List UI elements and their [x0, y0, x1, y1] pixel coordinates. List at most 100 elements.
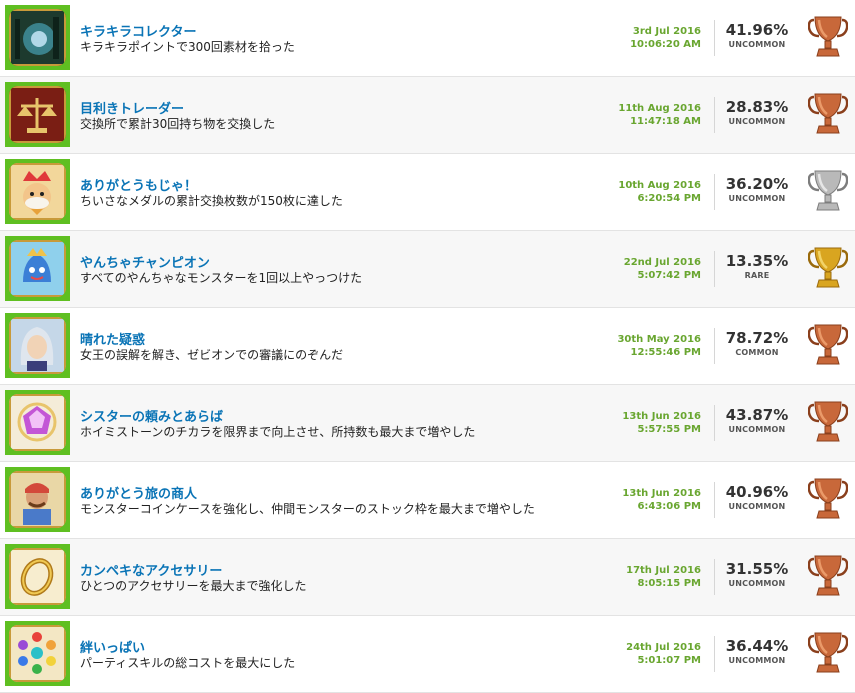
earned-percent: 28.83%: [725, 98, 789, 116]
earned-date-time: 5:57:55 PM: [637, 424, 701, 435]
rarity-label: COMMON: [735, 348, 779, 357]
divider: [714, 405, 715, 441]
rarity-label: UNCOMMON: [728, 40, 786, 49]
earned-date-day: 22nd Jul 2016: [623, 257, 701, 268]
bronze-trophy-icon: [807, 399, 849, 445]
divider: [714, 636, 715, 672]
rarity-label: UNCOMMON: [728, 117, 786, 126]
colored-orbs-icon: [9, 625, 66, 682]
trophy-list: キラキラコレクター キラキラポイントで300回素材を拾った 3rd Jul 20…: [0, 0, 855, 693]
rarity-label: UNCOMMON: [728, 579, 786, 588]
trophy-icon-frame[interactable]: [5, 544, 70, 609]
earned-date-day: 3rd Jul 2016: [632, 26, 701, 37]
silver-trophy-icon: [807, 168, 849, 214]
trophy-description: 交換所で累計30回持ち物を交換した: [80, 117, 276, 131]
gold-trophy-icon: [807, 245, 849, 291]
earned-percent: 31.55%: [725, 560, 789, 578]
rarity-label: UNCOMMON: [728, 425, 786, 434]
earned-percent: 40.96%: [725, 483, 789, 501]
earned-date: 22nd Jul 2016 5:07:42 PM: [624, 256, 701, 282]
trophy-row-9[interactable]: 絆いっぱい パーティスキルの総コストを最大にした 24th Jul 2016 5…: [0, 616, 855, 693]
trophy-description: 女王の誤解を解き、ゼビオンでの審議にのぞんだ: [80, 348, 344, 362]
trophy-icon-frame[interactable]: [5, 5, 70, 70]
bronze-trophy-icon: [807, 14, 849, 60]
earned-date-day: 11th Aug 2016: [618, 103, 701, 114]
silver-hair-character-icon: [9, 317, 66, 374]
divider: [714, 328, 715, 364]
glowing-forest-icon: [9, 9, 66, 66]
earned-date: 17th Jul 2016 8:05:15 PM: [626, 564, 701, 590]
trophy-row-3[interactable]: ありがとうもじゃ！ ちいさなメダルの累計交換枚数が150枚に達した 10th A…: [0, 154, 855, 231]
divider: [714, 251, 715, 287]
earned-date: 13th Jun 2016 5:57:55 PM: [622, 410, 701, 436]
trophy-description: すべてのやんちゃなモンスターを1回以上やっつけた: [80, 271, 363, 285]
trophy-icon-frame[interactable]: [5, 390, 70, 455]
earned-date-time: 6:20:54 PM: [637, 193, 701, 204]
scales-icon: [9, 86, 66, 143]
healing-gem-icon: [9, 394, 66, 451]
trophy-icon-frame[interactable]: [5, 313, 70, 378]
bronze-trophy-icon: [807, 476, 849, 522]
gold-ring-icon: [9, 548, 66, 605]
earned-date-day: 24th Jul 2016: [626, 642, 701, 653]
trophy-icon-frame[interactable]: [5, 82, 70, 147]
earned-date: 11th Aug 2016 11:47:18 AM: [618, 102, 701, 128]
earned-date-time: 5:07:42 PM: [637, 270, 701, 281]
earned-date-time: 6:43:06 PM: [637, 501, 701, 512]
bronze-trophy-icon: [807, 553, 849, 599]
king-character-icon: [9, 163, 66, 220]
bronze-trophy-icon: [807, 630, 849, 676]
earned-date-day: 10th Aug 2016: [618, 180, 701, 191]
earned-date-day: 13th Jun 2016: [622, 411, 701, 422]
earned-percent: 78.72%: [725, 329, 789, 347]
divider: [714, 482, 715, 518]
trophy-description: ホイミストーンのチカラを限界まで向上させ、所持数も最大まで増やした: [80, 425, 476, 439]
trophy-icon-frame[interactable]: [5, 621, 70, 686]
merchant-character-icon: [9, 471, 66, 528]
earned-date-day: 13th Jun 2016: [622, 488, 701, 499]
trophy-row-2[interactable]: 目利きトレーダー 交換所で累計30回持ち物を交換した 11th Aug 2016…: [0, 77, 855, 154]
rarity-label: UNCOMMON: [728, 194, 786, 203]
divider: [714, 20, 715, 56]
rarity-label: RARE: [744, 271, 770, 280]
trophy-icon-frame[interactable]: [5, 236, 70, 301]
earned-date: 13th Jun 2016 6:43:06 PM: [622, 487, 701, 513]
trophy-row-8[interactable]: カンペキなアクセサリー ひとつのアクセサリーを最大まで強化した 17th Jul…: [0, 539, 855, 616]
earned-date-time: 8:05:15 PM: [637, 578, 701, 589]
earned-percent: 36.44%: [725, 637, 789, 655]
trophy-description: キラキラポイントで300回素材を拾った: [80, 40, 295, 54]
earned-date: 30th May 2016 12:55:46 PM: [617, 333, 701, 359]
earned-percent: 13.35%: [725, 252, 789, 270]
divider: [714, 97, 715, 133]
trophy-description: ちいさなメダルの累計交換枚数が150枚に達した: [80, 194, 343, 208]
earned-percent: 36.20%: [725, 175, 789, 193]
trophy-row-5[interactable]: 晴れた疑惑 女王の誤解を解き、ゼビオンでの審議にのぞんだ 30th May 20…: [0, 308, 855, 385]
earned-date-time: 12:55:46 PM: [630, 347, 701, 358]
earned-date: 24th Jul 2016 5:01:07 PM: [626, 641, 701, 667]
earned-percent: 41.96%: [725, 21, 789, 39]
earned-date-time: 11:47:18 AM: [630, 116, 701, 127]
earned-date: 10th Aug 2016 6:20:54 PM: [618, 179, 701, 205]
trophy-row-7[interactable]: ありがとう旅の商人 モンスターコインケースを強化し、仲間モンスターのストック枠を…: [0, 462, 855, 539]
bronze-trophy-icon: [807, 322, 849, 368]
slime-monster-icon: [9, 240, 66, 297]
trophy-row-6[interactable]: シスターの頼みとあらば ホイミストーンのチカラを限界まで向上させ、所持数も最大ま…: [0, 385, 855, 462]
trophy-description: パーティスキルの総コストを最大にした: [80, 656, 296, 670]
rarity-label: UNCOMMON: [728, 502, 786, 511]
trophy-row-4[interactable]: やんちゃチャンピオン すべてのやんちゃなモンスターを1回以上やっつけた 22nd…: [0, 231, 855, 308]
earned-date-day: 30th May 2016: [617, 334, 701, 345]
trophy-description: ひとつのアクセサリーを最大まで強化した: [80, 579, 307, 593]
divider: [714, 174, 715, 210]
earned-date-time: 5:01:07 PM: [637, 655, 701, 666]
earned-date: 3rd Jul 2016 10:06:20 AM: [630, 25, 701, 51]
divider: [714, 559, 715, 595]
bronze-trophy-icon: [807, 91, 849, 137]
earned-date-day: 17th Jul 2016: [626, 565, 701, 576]
trophy-row-1[interactable]: キラキラコレクター キラキラポイントで300回素材を拾った 3rd Jul 20…: [0, 0, 855, 77]
trophy-icon-frame[interactable]: [5, 467, 70, 532]
trophy-description: モンスターコインケースを強化し、仲間モンスターのストック枠を最大まで増やした: [80, 502, 535, 516]
trophy-icon-frame[interactable]: [5, 159, 70, 224]
rarity-label: UNCOMMON: [728, 656, 786, 665]
earned-percent: 43.87%: [725, 406, 789, 424]
earned-date-time: 10:06:20 AM: [630, 39, 701, 50]
